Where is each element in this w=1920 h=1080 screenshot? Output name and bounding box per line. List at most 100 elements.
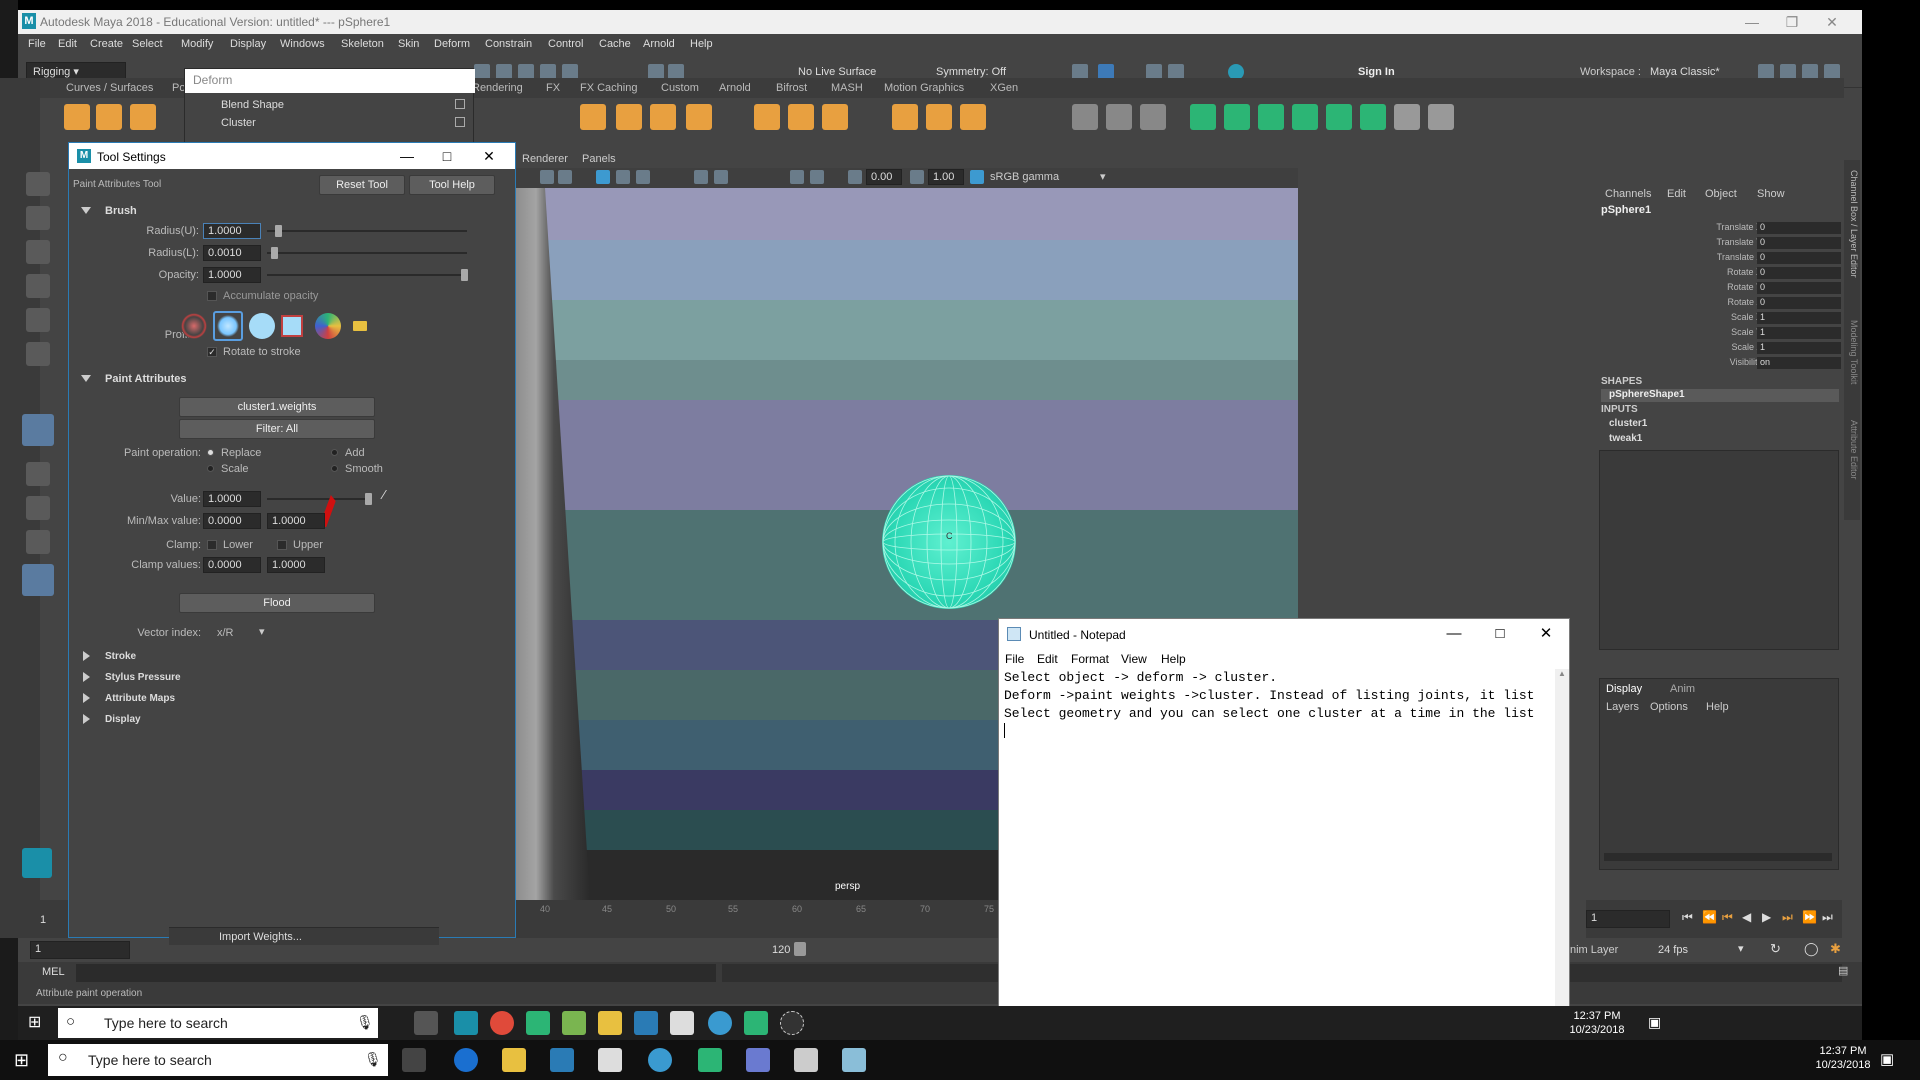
step-back-icon[interactable]: ⏪ bbox=[1702, 910, 1717, 924]
gamma-field[interactable]: 1.00 bbox=[928, 169, 964, 185]
radius-u-slider[interactable] bbox=[267, 230, 467, 232]
fps-dropdown[interactable]: 24 fps bbox=[1658, 944, 1688, 956]
wireframe-icon[interactable] bbox=[596, 170, 610, 184]
clamp-max-field[interactable]: 1.0000 bbox=[267, 557, 325, 573]
uv-editor-shelf-icon[interactable] bbox=[1360, 104, 1386, 130]
shelf-tab-curves[interactable]: Curves / Surfaces bbox=[66, 82, 153, 94]
menu-deform[interactable]: Deform bbox=[434, 38, 470, 50]
menu-select[interactable]: Select bbox=[132, 38, 163, 50]
store-icon[interactable] bbox=[634, 1011, 658, 1035]
edge-icon[interactable] bbox=[454, 1048, 478, 1072]
flood-button[interactable]: Flood bbox=[179, 593, 375, 613]
shelf-tab-bifrost[interactable]: Bifrost bbox=[776, 82, 807, 94]
side-tab-channel-box[interactable]: Channel Box / Layer Editor bbox=[1845, 170, 1859, 280]
menu-item-blend-shape[interactable]: Blend Shape bbox=[221, 99, 284, 111]
channel-value[interactable]: 0 bbox=[1757, 282, 1841, 294]
channel-row[interactable]: Scale X1 bbox=[1597, 312, 1842, 324]
tab-display[interactable]: Display bbox=[1606, 683, 1642, 695]
radius-l-handle[interactable] bbox=[271, 247, 278, 259]
two-pane-icon[interactable] bbox=[26, 530, 50, 554]
outliner-layout-icon[interactable] bbox=[22, 564, 54, 596]
notepad-taskbar-icon[interactable] bbox=[842, 1048, 866, 1072]
paint-tool-icon[interactable] bbox=[22, 414, 54, 446]
scale-tool-icon[interactable] bbox=[26, 342, 50, 366]
paint-select-tool-icon[interactable] bbox=[26, 240, 50, 264]
stylus-expand-icon[interactable] bbox=[83, 672, 90, 682]
scroll-up-icon[interactable]: ▲ bbox=[1558, 669, 1566, 678]
menu-modify[interactable]: Modify bbox=[181, 38, 213, 50]
profile-gaussian-icon[interactable] bbox=[181, 313, 207, 339]
value-handle[interactable] bbox=[365, 493, 372, 505]
radius-u-handle[interactable] bbox=[275, 225, 282, 237]
np-menu-edit[interactable]: Edit bbox=[1037, 652, 1058, 666]
store-icon[interactable] bbox=[550, 1048, 574, 1072]
ts-minimize-icon[interactable]: — bbox=[387, 145, 427, 167]
notepad-text-area[interactable]: Select object -> deform -> cluster. Defor… bbox=[1001, 669, 1553, 1039]
bridge-shelf-icon[interactable] bbox=[822, 104, 848, 130]
minimize-icon[interactable]: — bbox=[1732, 12, 1772, 32]
discord-icon[interactable] bbox=[746, 1048, 770, 1072]
grid-shelf-icon[interactable] bbox=[686, 104, 712, 130]
value-slider[interactable] bbox=[267, 498, 371, 500]
channel-value[interactable]: 1 bbox=[1757, 312, 1841, 324]
cube-shelf-icon[interactable] bbox=[96, 104, 122, 130]
isolate-icon[interactable] bbox=[790, 170, 804, 184]
display-expand-icon[interactable] bbox=[83, 714, 90, 724]
opacity-slider[interactable] bbox=[267, 274, 467, 276]
menu-display[interactable]: Display bbox=[230, 38, 266, 50]
windows-start-icon[interactable]: ⊞ bbox=[14, 1050, 29, 1071]
rotate-to-stroke-checkbox[interactable]: ✓ bbox=[207, 347, 217, 357]
layer-scrollbar[interactable] bbox=[1604, 853, 1832, 861]
mel-input[interactable] bbox=[76, 964, 716, 982]
symmetry-label[interactable]: Symmetry: Off bbox=[936, 66, 1006, 78]
np-menu-file[interactable]: File bbox=[1005, 652, 1024, 666]
tool-settings-title-bar[interactable]: M Tool Settings — □ ✕ bbox=[69, 143, 515, 169]
color-management-icon[interactable] bbox=[970, 170, 984, 184]
extrude-shelf-icon[interactable] bbox=[754, 104, 780, 130]
channel-row[interactable]: Translate Z0 bbox=[1597, 252, 1842, 264]
sphere-shelf-icon[interactable] bbox=[64, 104, 90, 130]
separate-shelf-icon[interactable] bbox=[650, 104, 676, 130]
next-key-icon[interactable]: ⏭ bbox=[1782, 910, 1793, 925]
edit-shelf-icon[interactable] bbox=[1140, 104, 1166, 130]
menu-help[interactable]: Help bbox=[690, 38, 713, 50]
option-box-icon[interactable] bbox=[455, 99, 465, 109]
clamp-lower-checkbox[interactable] bbox=[207, 540, 217, 550]
app-w-icon[interactable] bbox=[648, 1048, 672, 1072]
channel-row[interactable]: Visibility on bbox=[1597, 357, 1842, 369]
start-frame-field[interactable]: 1 bbox=[30, 941, 130, 959]
chrome-icon[interactable] bbox=[490, 1011, 514, 1035]
shelf-tab-rendering[interactable]: Rendering bbox=[472, 82, 523, 94]
channel-value[interactable]: 1 bbox=[1757, 342, 1841, 354]
op-scale-radio[interactable] bbox=[207, 465, 214, 472]
shelf-tab-arnold[interactable]: Arnold bbox=[719, 82, 751, 94]
task-view-icon[interactable] bbox=[402, 1048, 426, 1072]
accumulate-opacity-checkbox[interactable] bbox=[207, 291, 217, 301]
target-weld-shelf-icon[interactable] bbox=[926, 104, 952, 130]
camera-icon[interactable] bbox=[540, 170, 554, 184]
filter-button[interactable]: Filter: All bbox=[179, 419, 375, 439]
smooth-shade-icon[interactable] bbox=[616, 170, 630, 184]
current-frame-field[interactable]: 1 bbox=[1586, 910, 1670, 928]
stroke-expand-icon[interactable] bbox=[83, 651, 90, 661]
rotate-tool-icon[interactable] bbox=[26, 308, 50, 332]
maya-taskbar-icon[interactable] bbox=[454, 1011, 478, 1035]
cylinder-shelf-icon[interactable] bbox=[130, 104, 156, 130]
combine-shelf-icon[interactable] bbox=[616, 104, 642, 130]
sculpt-shelf-icon[interactable] bbox=[1072, 104, 1098, 130]
edit-menu[interactable]: Edit bbox=[1667, 188, 1686, 200]
viewport-menu-renderer[interactable]: Renderer bbox=[522, 153, 568, 165]
input-item[interactable]: cluster1 bbox=[1609, 418, 1647, 429]
channel-row[interactable]: Rotate Y0 bbox=[1597, 282, 1842, 294]
file-explorer-icon[interactable] bbox=[502, 1048, 526, 1072]
channel-row[interactable]: Translate X0 bbox=[1597, 222, 1842, 234]
side-tab-modeling-toolkit[interactable]: Modeling Toolkit bbox=[1845, 320, 1859, 400]
lock-camera-icon[interactable] bbox=[558, 170, 572, 184]
input-item[interactable]: tweak1 bbox=[1609, 433, 1642, 444]
np-menu-view[interactable]: View bbox=[1121, 652, 1147, 666]
attribute-button[interactable]: cluster1.weights bbox=[179, 397, 375, 417]
xray-icon[interactable] bbox=[810, 170, 824, 184]
radius-l-slider[interactable] bbox=[267, 252, 467, 254]
vector-index-chevron-down-icon[interactable]: ▾ bbox=[259, 625, 265, 638]
mail-icon[interactable] bbox=[598, 1048, 622, 1072]
